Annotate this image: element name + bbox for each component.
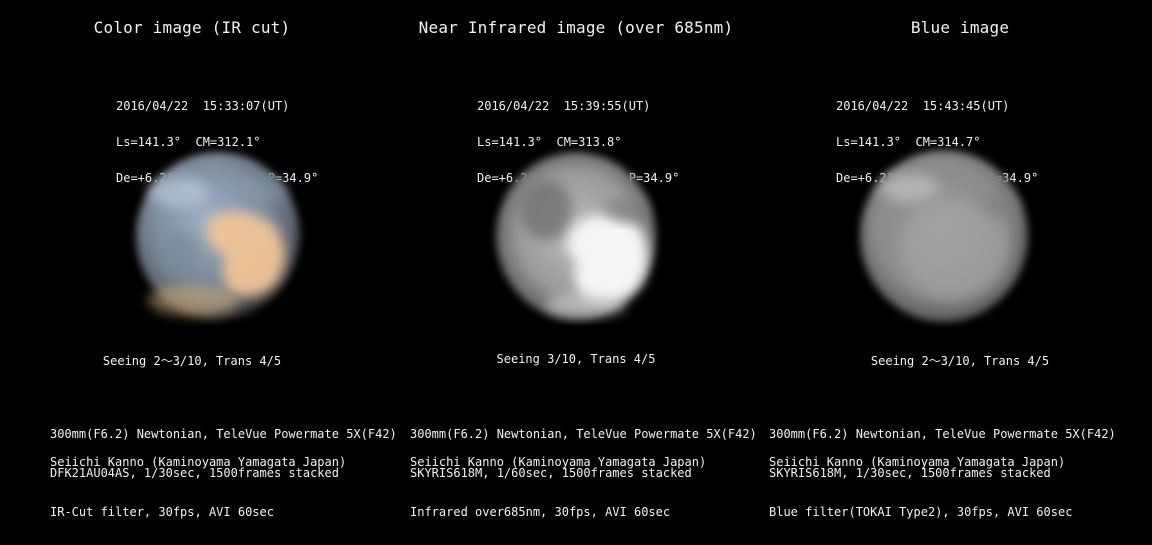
panel-title: Blue image bbox=[910, 18, 1010, 37]
equipment-telescope: 300mm(F6.2) Newtonian, TeleVue Powermate… bbox=[50, 427, 397, 441]
seeing-conditions: Seeing 2～3/10, Trans 4/5 bbox=[102, 354, 282, 368]
equipment-telescope: 300mm(F6.2) Newtonian, TeleVue Powermate… bbox=[769, 427, 1116, 441]
meta-datetime: 2016/04/22 15:33:07(UT) bbox=[116, 99, 290, 113]
mars-infrared-image bbox=[466, 130, 686, 340]
panel-color: Color image (IR cut) 2016/04/22 15:33:07… bbox=[0, 0, 397, 519]
equipment-info: 300mm(F6.2) Newtonian, TeleVue Powermate… bbox=[769, 402, 1116, 545]
observer-credit: Seiichi Kanno (Kaminoyama Yamagata Japan… bbox=[50, 455, 347, 469]
equipment-telescope: 300mm(F6.2) Newtonian, TeleVue Powermate… bbox=[410, 427, 757, 441]
equipment-filter: IR-Cut filter, 30fps, AVI 60sec bbox=[50, 505, 274, 519]
equipment-info: 300mm(F6.2) Newtonian, TeleVue Powermate… bbox=[410, 402, 757, 545]
mars-color-image bbox=[108, 130, 328, 340]
mars-infrared-disk bbox=[496, 152, 656, 320]
panel-title: Color image (IR cut) bbox=[93, 18, 291, 37]
equipment-filter: Blue filter(TOKAI Type2), 30fps, AVI 60s… bbox=[769, 505, 1073, 519]
seeing-conditions: Seeing 3/10, Trans 4/5 bbox=[496, 352, 656, 366]
panel-near-infrared: Near Infrared image (over 685nm) 2016/04… bbox=[384, 0, 768, 519]
observer-credit: Seiichi Kanno (Kaminoyama Yamagata Japan… bbox=[410, 455, 707, 469]
observer-credit: Seiichi Kanno (Kaminoyama Yamagata Japan… bbox=[769, 455, 1066, 469]
panel-title: Near Infrared image (over 685nm) bbox=[418, 18, 734, 37]
seeing-conditions: Seeing 2～3/10, Trans 4/5 bbox=[870, 354, 1050, 368]
mars-blue-image bbox=[834, 130, 1054, 340]
equipment-filter: Infrared over685nm, 30fps, AVI 60sec bbox=[410, 505, 671, 519]
equipment-info: 300mm(F6.2) Newtonian, TeleVue Powermate… bbox=[50, 402, 397, 545]
meta-datetime: 2016/04/22 15:39:55(UT) bbox=[477, 99, 651, 113]
mars-color-disk bbox=[136, 152, 300, 320]
panel-blue: Blue image 2016/04/22 15:43:45(UT) Ls=14… bbox=[768, 0, 1152, 519]
mars-blue-disk bbox=[860, 150, 1028, 322]
meta-datetime: 2016/04/22 15:43:45(UT) bbox=[836, 99, 1010, 113]
